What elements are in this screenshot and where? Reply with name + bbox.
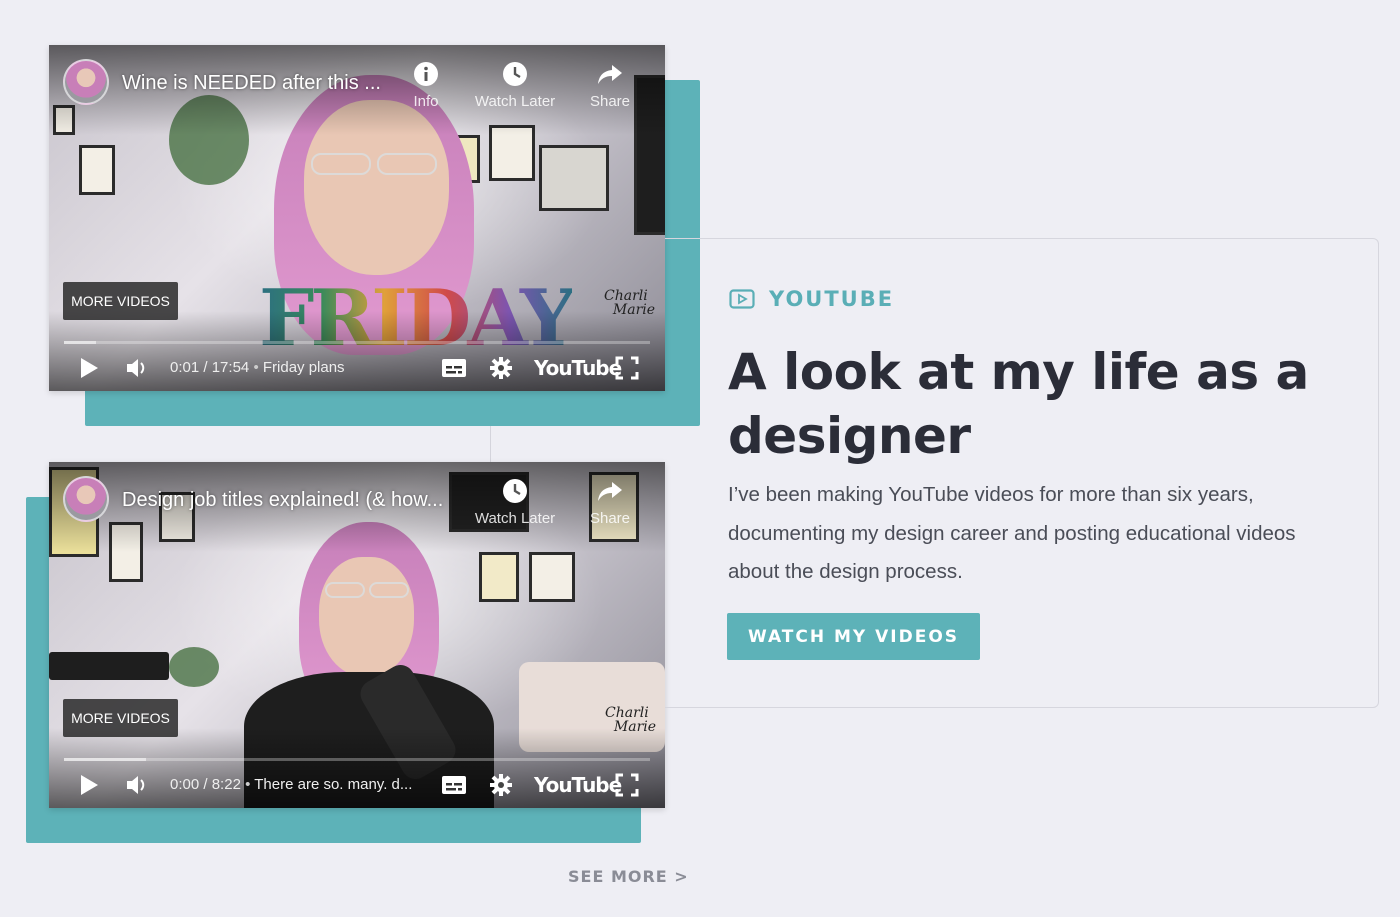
watch-later-button[interactable]: Watch Later <box>469 478 561 527</box>
play-icon <box>81 775 98 795</box>
time-total: 17:54 <box>211 359 250 376</box>
chapter-title[interactable]: There are so. many. d... <box>254 776 412 793</box>
more-videos-button[interactable]: MORE VIDEOS <box>63 699 178 737</box>
fullscreen-button[interactable] <box>615 770 639 800</box>
youtube-logo[interactable]: YouTube <box>534 773 622 797</box>
progress-bar[interactable] <box>64 341 650 344</box>
see-more-link[interactable]: SEE MORE > <box>568 867 689 886</box>
video-player-1[interactable]: FRIDAY Charli Marie Wine is NEEDED after… <box>49 45 665 391</box>
gear-icon <box>490 357 512 379</box>
fullscreen-icon <box>615 356 639 380</box>
keyboard <box>49 652 169 680</box>
time-total: 8:22 <box>211 776 241 793</box>
chapter-title[interactable]: Friday plans <box>263 359 345 376</box>
section-description: I’ve been making YouTube videos for more… <box>728 483 1296 583</box>
wall-frame <box>539 145 609 211</box>
settings-button[interactable] <box>489 353 513 383</box>
section-heading: A look at my life as a designer <box>728 343 1309 465</box>
section-label-text: YOUTUBE <box>769 287 895 311</box>
info-label: Info <box>413 93 439 110</box>
share-button[interactable]: Share <box>587 478 633 527</box>
play-icon <box>81 358 98 378</box>
volume-button[interactable] <box>125 770 149 800</box>
player-controls: 0:01 / 17:54 • Friday plans YouTube <box>49 353 665 383</box>
video-title[interactable]: Wine is NEEDED after this ... <box>122 72 381 95</box>
gear-icon <box>490 774 512 796</box>
info-icon <box>414 62 438 86</box>
volume-button[interactable] <box>125 353 149 383</box>
wall-frame <box>79 145 115 195</box>
watch-later-label: Watch Later <box>474 510 556 527</box>
volume-icon <box>127 776 145 794</box>
subtitles-button[interactable] <box>441 770 467 800</box>
time-current: 0:01 <box>170 359 200 376</box>
glasses <box>377 153 437 175</box>
plant <box>169 647 219 687</box>
fullscreen-button[interactable] <box>615 353 639 383</box>
video-player-2[interactable]: Charli Marie Design job titles explained… <box>49 462 665 808</box>
youtube-section: FRIDAY Charli Marie Wine is NEEDED after… <box>0 0 1400 917</box>
share-label: Share <box>589 93 631 110</box>
divider-line <box>490 426 491 462</box>
time-display: 0:00 / 8:22 • There are so. many. d... <box>170 776 413 793</box>
info-button[interactable]: Info <box>411 61 441 110</box>
subtitles-icon <box>442 776 466 794</box>
glasses <box>325 582 365 598</box>
progress-loaded <box>64 341 96 344</box>
share-icon <box>598 65 622 84</box>
volume-icon <box>127 359 145 377</box>
share-button[interactable]: Share <box>587 61 633 110</box>
share-icon <box>598 482 622 501</box>
glasses <box>311 153 371 175</box>
settings-button[interactable] <box>489 770 513 800</box>
channel-avatar[interactable] <box>63 59 109 105</box>
progress-bar[interactable] <box>64 758 650 761</box>
time-display: 0:01 / 17:54 • Friday plans <box>170 359 345 376</box>
subtitles-icon <box>442 359 466 377</box>
watch-videos-button[interactable]: WATCH MY VIDEOS <box>727 613 980 660</box>
more-videos-button[interactable]: MORE VIDEOS <box>63 282 178 320</box>
subtitles-button[interactable] <box>441 353 467 383</box>
time-current: 0:00 <box>170 776 200 793</box>
play-button[interactable] <box>79 353 99 383</box>
player-controls: 0:00 / 8:22 • There are so. many. d... Y… <box>49 770 665 800</box>
section-label: YOUTUBE <box>729 287 894 311</box>
play-square-icon <box>729 289 755 309</box>
clock-icon <box>503 62 527 86</box>
clock-icon <box>503 479 527 503</box>
progress-loaded <box>64 758 146 761</box>
youtube-logo[interactable]: YouTube <box>534 356 622 380</box>
video-title[interactable]: Design job titles explained! (& how... <box>122 489 443 512</box>
share-label: Share <box>589 510 631 527</box>
wall-frame <box>529 552 575 602</box>
glasses <box>369 582 409 598</box>
wall-frame <box>479 552 519 602</box>
person-face <box>319 557 414 677</box>
watch-later-button[interactable]: Watch Later <box>469 61 561 110</box>
play-button[interactable] <box>79 770 99 800</box>
fullscreen-icon <box>615 773 639 797</box>
channel-avatar[interactable] <box>63 476 109 522</box>
watch-later-label: Watch Later <box>474 93 556 110</box>
